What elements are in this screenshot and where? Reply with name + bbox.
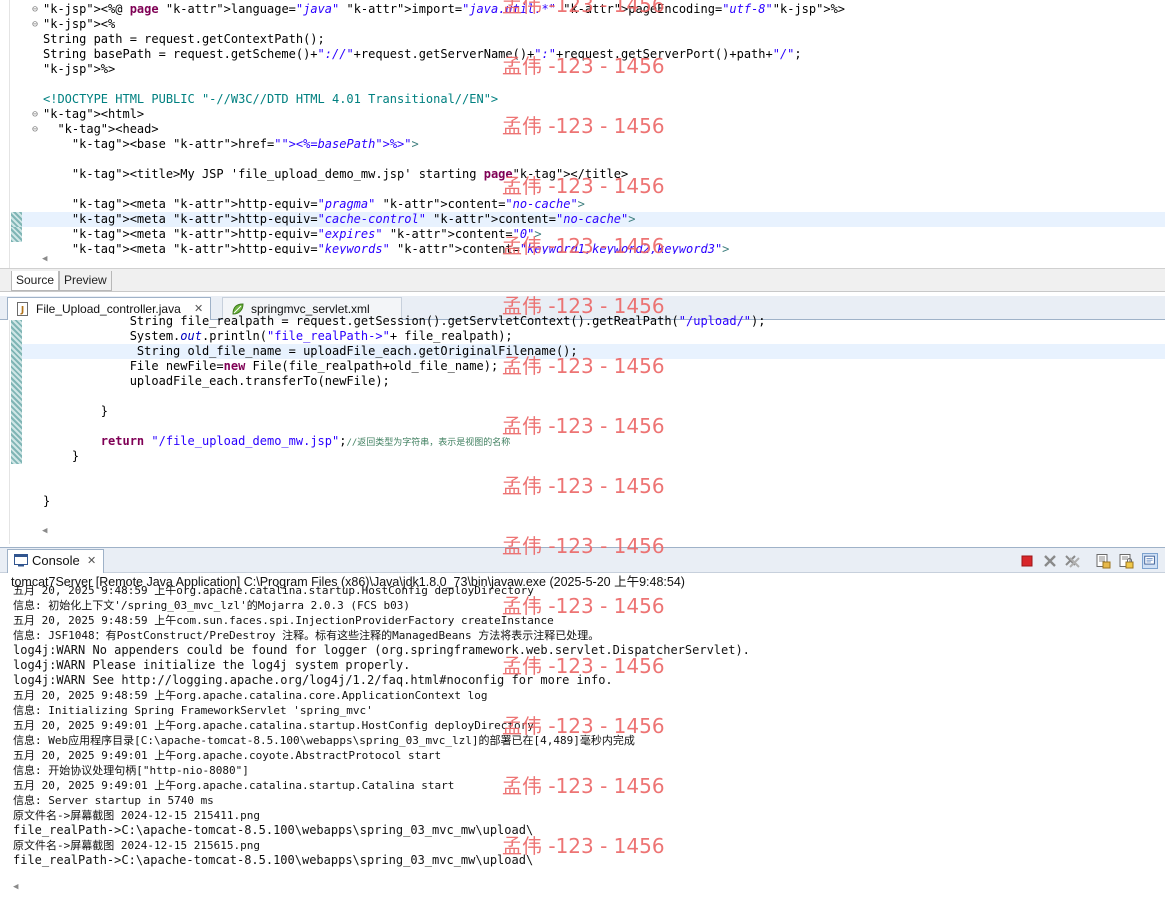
watermark-text: 孟伟 -123 - 1456 (502, 294, 665, 318)
fold-collapse-icon[interactable]: ⊖ (29, 122, 41, 137)
watermark-text: 孟伟 -123 - 1456 (502, 654, 665, 678)
tab-console[interactable]: Console ✕ (7, 549, 104, 573)
code-line: } (43, 449, 80, 463)
console-line: file_realPath->C:\apache-tomcat-8.5.100\… (13, 853, 534, 867)
console-tab-label: Console (32, 553, 80, 568)
clear-console-icon[interactable] (1095, 553, 1111, 569)
code-line: "k-jsp">%> (43, 62, 116, 76)
fold-collapse-icon[interactable]: ⊖ (29, 107, 41, 122)
scroll-left-icon[interactable]: ◀ (42, 526, 47, 536)
code-line: } (43, 494, 51, 508)
change-marker (11, 227, 22, 242)
watermark-text: 孟伟 -123 - 1456 (502, 0, 665, 17)
console-line: 原文件名->屏幕截图 2024-12-15 215615.png (13, 839, 260, 852)
watermark-text: 孟伟 -123 - 1456 (502, 234, 665, 258)
watermark-text: 孟伟 -123 - 1456 (502, 714, 665, 738)
console-line: file_realPath->C:\apache-tomcat-8.5.100\… (13, 823, 534, 837)
svg-text:J: J (20, 306, 24, 316)
remove-launch-icon[interactable] (1042, 553, 1058, 569)
code-line: "k-tag"><meta "k-attr">http-equiv="expir… (71, 227, 542, 241)
source-preview-bar: Source Preview (0, 268, 1165, 292)
watermark-text: 孟伟 -123 - 1456 (502, 594, 665, 618)
change-marker (11, 212, 22, 227)
console-line: 信息: Server startup in 5740 ms (13, 794, 214, 807)
code-line: "k-jsp"><% (43, 17, 116, 31)
watermark-text: 孟伟 -123 - 1456 (502, 834, 665, 858)
code-line: File newFile=new File(file_realpath+old_… (43, 359, 499, 373)
scroll-left-icon[interactable]: ◀ (42, 254, 47, 264)
console-line: 信息: 开始协议处理句柄["http-nio-8080"] (13, 764, 249, 777)
fold-collapse-icon[interactable]: ⊖ (29, 2, 41, 17)
console-line: 信息: JSF1048：有PostConstruct/PreDestroy 注释… (13, 629, 600, 642)
scroll-left-icon[interactable]: ◀ (13, 882, 18, 892)
tab-preview[interactable]: Preview (59, 271, 112, 291)
console-line: log4j:WARN Please initialize the log4j s… (13, 658, 411, 672)
fold-collapse-icon[interactable]: ⊖ (29, 17, 41, 32)
watermark-text: 孟伟 -123 - 1456 (502, 474, 665, 498)
code-line: <!DOCTYPE HTML PUBLIC "-//W3C//DTD HTML … (43, 92, 499, 106)
code-line: "k-tag"><html> (43, 107, 145, 121)
watermark-text: 孟伟 -123 - 1456 (502, 354, 665, 378)
code-line: return "/file_upload_demo_mw.jsp";//返回类型… (100, 434, 511, 448)
close-icon[interactable]: ✕ (87, 550, 96, 572)
code-line: "k-jsp"><%@ page "k-attr">language="java… (43, 2, 846, 16)
console-line: 五月 20, 2025 9:49:01 上午org.apache.catalin… (13, 719, 534, 732)
watermark-text: 孟伟 -123 - 1456 (502, 54, 665, 78)
watermark-text: 孟伟 -123 - 1456 (502, 534, 665, 558)
console-line: 五月 20, 2025 9:49:01 上午org.apache.catalin… (13, 779, 455, 792)
console-line: 五月 20, 2025 9:48:59 上午com.sun.faces.spi.… (13, 614, 554, 627)
watermark-text: 孟伟 -123 - 1456 (502, 414, 665, 438)
horizontal-scrollbar[interactable]: ◀ (13, 882, 1165, 896)
remove-all-terminated-icon[interactable] (1064, 553, 1080, 569)
editor-gutter (0, 0, 10, 268)
console-line: 五月 20, 2025 9:49:01 上午org.apache.coyote.… (13, 749, 442, 762)
code-line: String basePath = request.getScheme()+":… (43, 47, 802, 61)
console-icon (14, 554, 28, 567)
console-line: 原文件名->屏幕截图 2024-12-15 215411.png (13, 809, 260, 822)
code-line: "k-tag"><head> (57, 122, 159, 136)
code-line: "k-tag"><meta "k-attr">http-equiv="pragm… (71, 197, 585, 211)
terminate-icon[interactable] (1019, 553, 1035, 569)
code-line: "k-tag"><meta "k-attr">http-equiv="cache… (71, 212, 636, 226)
code-line: String path = request.getContextPath(); (43, 32, 325, 46)
console-line: 信息: 初始化上下文'/spring_03_mvc_lzl'的Mojarra 2… (13, 599, 411, 612)
watermark-text: 孟伟 -123 - 1456 (502, 774, 665, 798)
console-line: 五月 20, 2025 9:48:59 上午org.apache.catalin… (13, 689, 488, 702)
pin-console-icon[interactable] (1142, 553, 1158, 569)
scroll-lock-icon[interactable] (1118, 553, 1134, 569)
console-line: 五月 20, 2025 9:48:59 上午org.apache.catalin… (13, 584, 534, 597)
editor-gutter (0, 320, 10, 544)
watermark-text: 孟伟 -123 - 1456 (502, 114, 665, 138)
code-line: String old_file_name = uploadFile_each.g… (43, 344, 578, 358)
tab-source[interactable]: Source (11, 271, 60, 291)
java-file-icon: J (17, 302, 28, 316)
code-line: System.out.println("file_realPath->"+ fi… (43, 329, 513, 343)
console-line: 信息: Initializing Spring FrameworkServlet… (13, 704, 373, 717)
code-line: } (43, 404, 109, 418)
watermark-text: 孟伟 -123 - 1456 (502, 174, 665, 198)
change-marker (11, 320, 22, 464)
code-line: uploadFile_each.transferTo(newFile); (43, 374, 390, 388)
code-line: "k-tag"><base "k-attr">href=""><%=basePa… (71, 137, 419, 151)
